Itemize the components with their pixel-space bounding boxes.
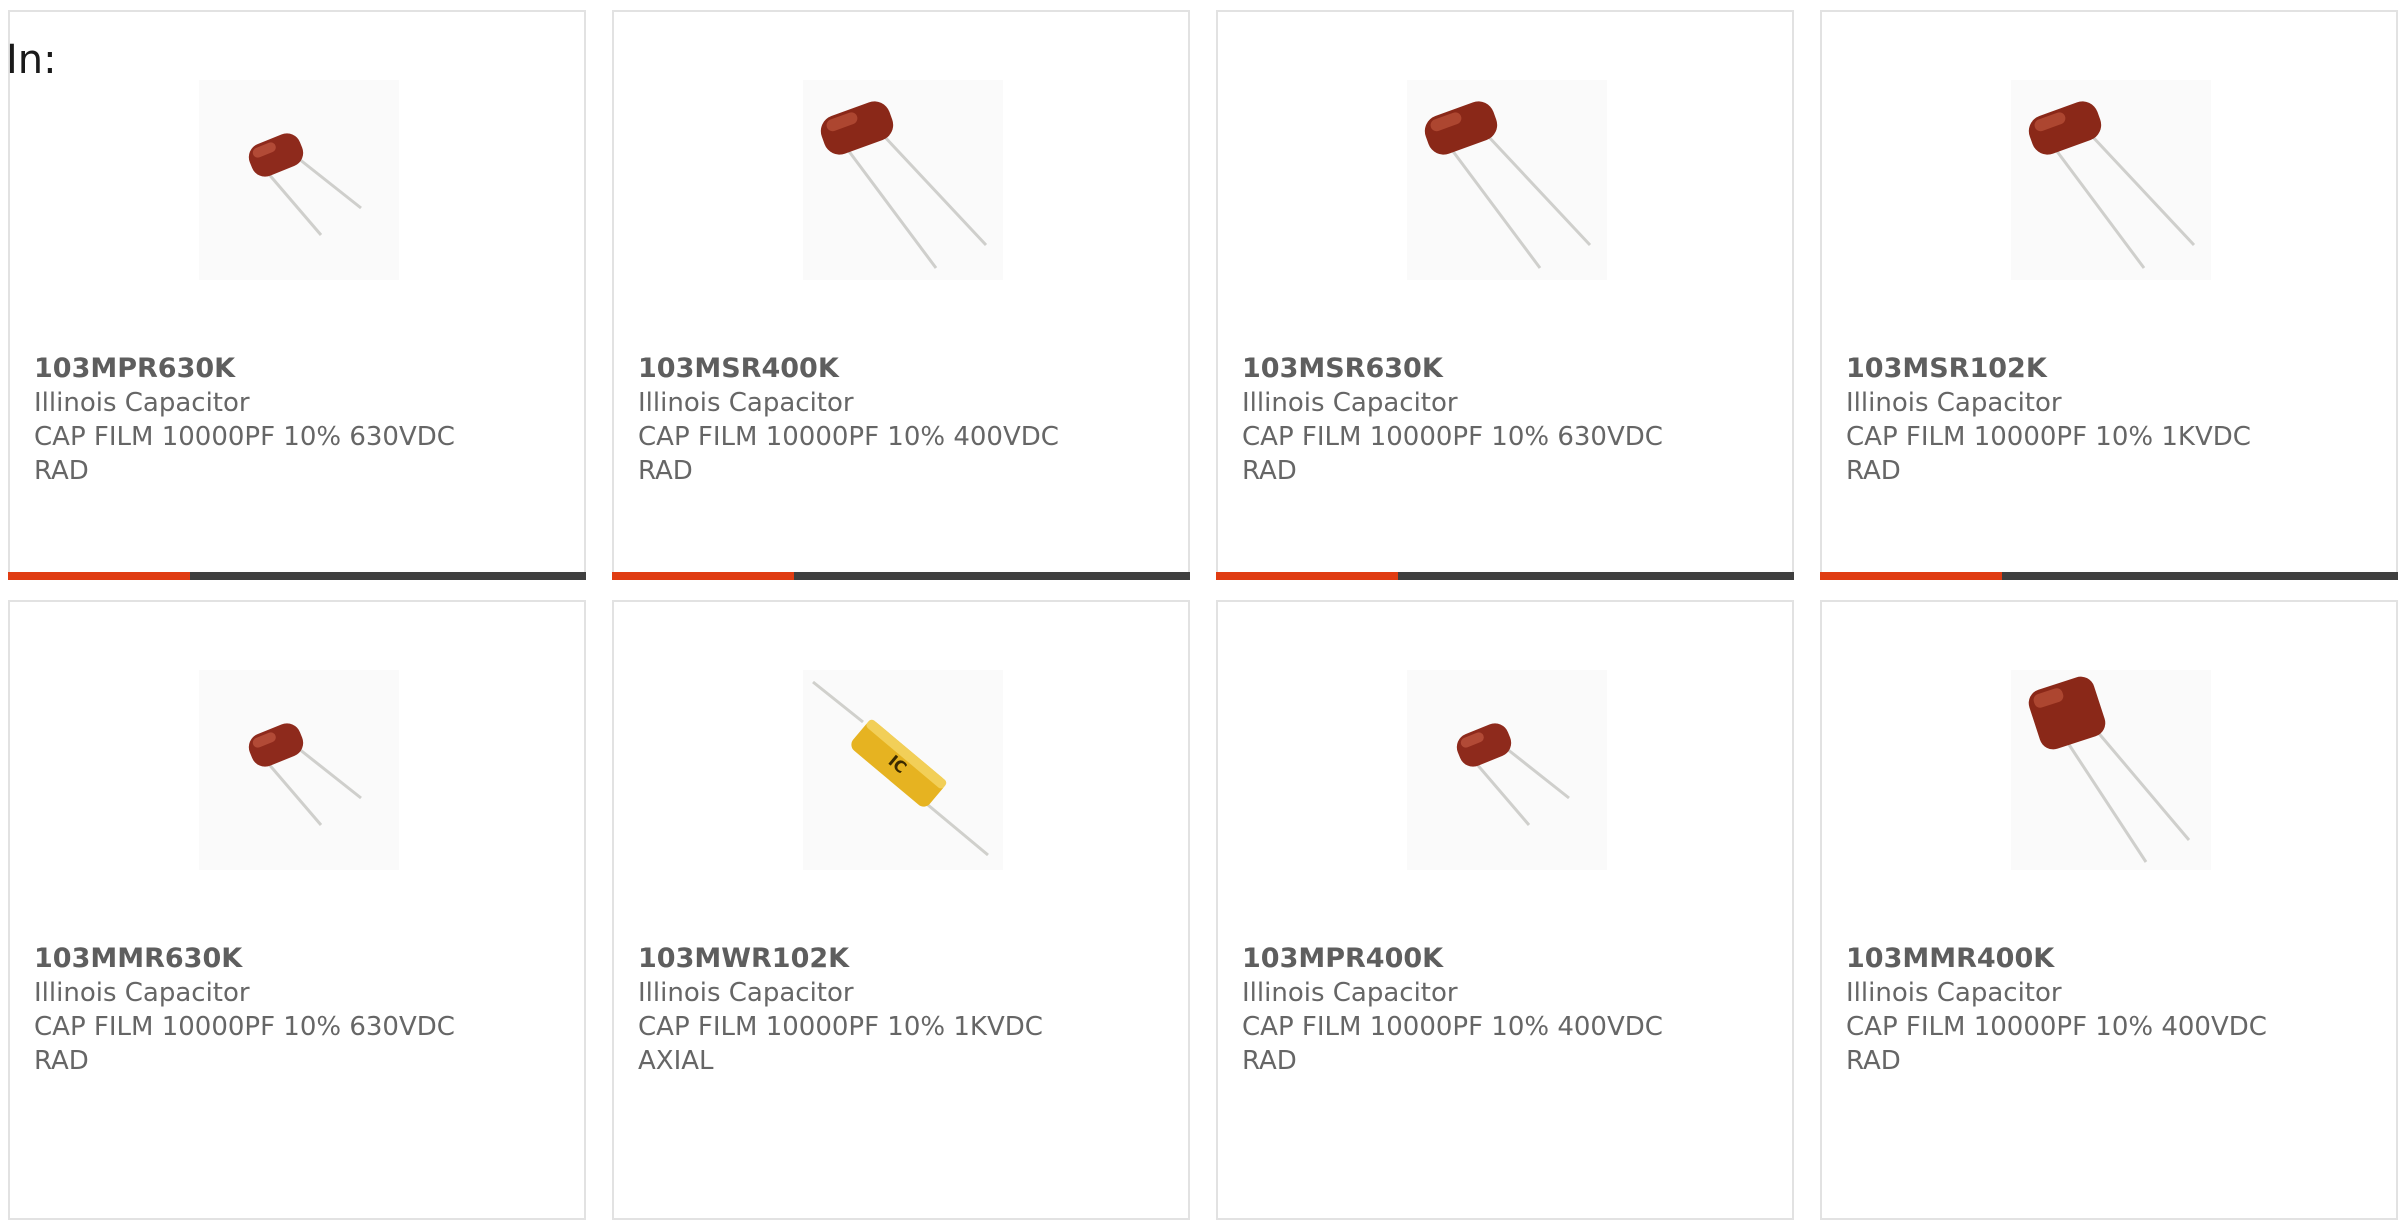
- radial-capacitor-icon[interactable]: [2011, 80, 2211, 280]
- part-number[interactable]: 103MPR630K: [34, 352, 564, 386]
- card-accent-bar: [612, 572, 1190, 580]
- description-line1: CAP FILM 10000PF 10% 400VDC: [1846, 1012, 2267, 1042]
- description-line1: CAP FILM 10000PF 10% 630VDC: [34, 422, 455, 452]
- manufacturer: Illinois Capacitor: [1242, 978, 1458, 1008]
- product-card[interactable]: 103MMR630K Illinois Capacitor CAP FILM 1…: [8, 600, 586, 1220]
- card-accent-bar: [8, 572, 586, 580]
- manufacturer: Illinois Capacitor: [34, 978, 250, 1008]
- product-card[interactable]: 103MSR400K Illinois Capacitor CAP FILM 1…: [612, 10, 1190, 580]
- description-line1: CAP FILM 10000PF 10% 400VDC: [1242, 1012, 1663, 1042]
- part-number[interactable]: 103MSR630K: [1242, 352, 1772, 386]
- card-accent-fill: [8, 572, 191, 580]
- product-card[interactable]: IC 103MWR102K Illinois Capacitor CAP FIL…: [612, 600, 1190, 1220]
- product-card[interactable]: 103MPR400K Illinois Capacitor CAP FILM 1…: [1216, 600, 1794, 1220]
- manufacturer: Illinois Capacitor: [638, 388, 854, 418]
- product-info: 103MMR630K Illinois Capacitor CAP FILM 1…: [34, 942, 564, 1078]
- product-grid: 103MPR630K Illinois Capacitor CAP FILM 1…: [8, 10, 2400, 1220]
- description-line2: AXIAL: [638, 1046, 714, 1076]
- product-info: 103MSR102K Illinois Capacitor CAP FILM 1…: [1846, 352, 2376, 488]
- product-card[interactable]: 103MMR400K Illinois Capacitor CAP FILM 1…: [1820, 600, 2398, 1220]
- radial-capacitor-icon[interactable]: [1407, 80, 1607, 280]
- radial-capacitor-small-icon[interactable]: [1407, 670, 1607, 870]
- manufacturer: Illinois Capacitor: [1846, 388, 2062, 418]
- card-accent-bar: [1216, 572, 1794, 580]
- product-card[interactable]: 103MPR630K Illinois Capacitor CAP FILM 1…: [8, 10, 586, 580]
- description-line2: RAD: [1846, 456, 1901, 486]
- description-line1: CAP FILM 10000PF 10% 630VDC: [1242, 422, 1663, 452]
- part-number[interactable]: 103MSR400K: [638, 352, 1168, 386]
- product-card[interactable]: 103MSR630K Illinois Capacitor CAP FILM 1…: [1216, 10, 1794, 580]
- product-info: 103MPR400K Illinois Capacitor CAP FILM 1…: [1242, 942, 1772, 1078]
- description-line1: CAP FILM 10000PF 10% 400VDC: [638, 422, 1059, 452]
- description-line2: RAD: [34, 1046, 89, 1076]
- manufacturer: Illinois Capacitor: [1846, 978, 2062, 1008]
- card-accent-fill: [612, 572, 795, 580]
- card-accent-bar: [1820, 572, 2398, 580]
- manufacturer: Illinois Capacitor: [1242, 388, 1458, 418]
- manufacturer: Illinois Capacitor: [34, 388, 250, 418]
- description-line1: CAP FILM 10000PF 10% 1KVDC: [638, 1012, 1043, 1042]
- description-line2: RAD: [34, 456, 89, 486]
- product-info: 103MMR400K Illinois Capacitor CAP FILM 1…: [1846, 942, 2376, 1078]
- product-info: 103MSR400K Illinois Capacitor CAP FILM 1…: [638, 352, 1168, 488]
- part-number[interactable]: 103MMR400K: [1846, 942, 2376, 976]
- description-line1: CAP FILM 10000PF 10% 630VDC: [34, 1012, 455, 1042]
- manufacturer: Illinois Capacitor: [638, 978, 854, 1008]
- product-info: 103MWR102K Illinois Capacitor CAP FILM 1…: [638, 942, 1168, 1078]
- description-line2: RAD: [1846, 1046, 1901, 1076]
- product-info: 103MPR630K Illinois Capacitor CAP FILM 1…: [34, 352, 564, 488]
- radial-capacitor-small-icon[interactable]: [199, 80, 399, 280]
- description-line2: RAD: [1242, 456, 1297, 486]
- product-info: 103MSR630K Illinois Capacitor CAP FILM 1…: [1242, 352, 1772, 488]
- card-accent-fill: [1820, 572, 2003, 580]
- radial-capacitor-small-icon[interactable]: [199, 670, 399, 870]
- product-card[interactable]: 103MSR102K Illinois Capacitor CAP FILM 1…: [1820, 10, 2398, 580]
- part-number[interactable]: 103MSR102K: [1846, 352, 2376, 386]
- part-number[interactable]: 103MPR400K: [1242, 942, 1772, 976]
- radial-capacitor-icon[interactable]: [803, 80, 1003, 280]
- part-number[interactable]: 103MWR102K: [638, 942, 1168, 976]
- description-line1: CAP FILM 10000PF 10% 1KVDC: [1846, 422, 2251, 452]
- description-line2: RAD: [638, 456, 693, 486]
- description-line2: RAD: [1242, 1046, 1297, 1076]
- card-accent-fill: [1216, 572, 1399, 580]
- page-label: In:: [6, 37, 57, 83]
- axial-capacitor-icon[interactable]: IC: [803, 670, 1003, 870]
- radial-capacitor-large-icon[interactable]: [2011, 670, 2211, 870]
- part-number[interactable]: 103MMR630K: [34, 942, 564, 976]
